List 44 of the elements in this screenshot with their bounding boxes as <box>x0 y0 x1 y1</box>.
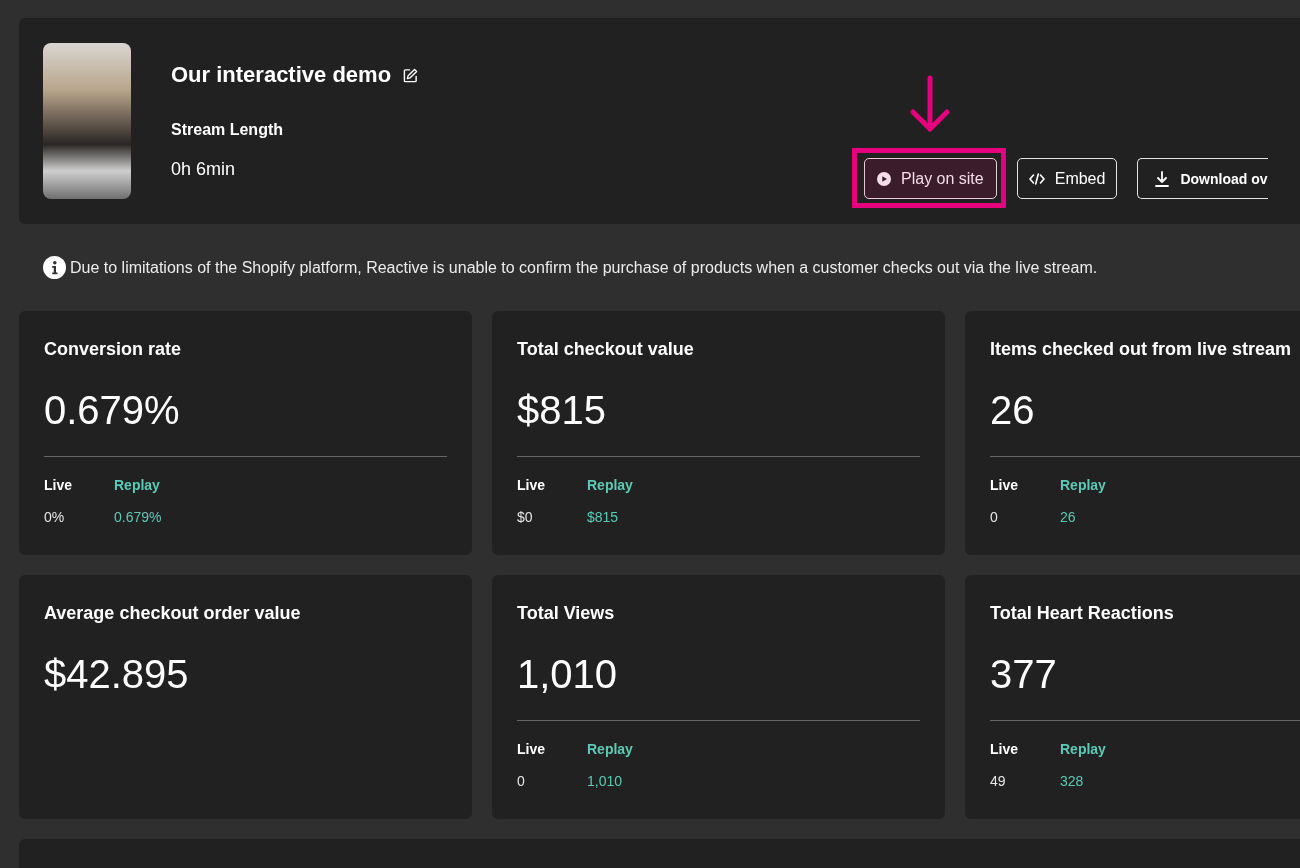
metric-value: $815 <box>517 387 607 434</box>
breakdown-value: 1,010 <box>587 772 624 790</box>
metric-title: Total checkout value <box>517 338 695 361</box>
metric-title: Items checked out from live stream <box>990 338 1293 361</box>
breakdown-value: $815 <box>587 508 620 526</box>
breakdown-value: 49 <box>990 772 1007 790</box>
stream-length-label: Stream Length <box>171 120 284 140</box>
info-icon <box>43 256 66 279</box>
breakdown-value: 0 <box>517 772 526 790</box>
breakdown-value: 328 <box>1060 772 1085 790</box>
breakdown-label: Replay <box>587 740 634 758</box>
play-icon <box>877 171 891 186</box>
notice-text: Due to limitations of the Shopify platform, Reactive is unable to confirm the purchase of products when a customer checks out via the live stream. <box>70 258 1098 277</box>
metric-value: 377 <box>990 651 1058 698</box>
breakdown-label: Live <box>990 476 1019 494</box>
breakdown-value: 26 <box>1060 508 1077 526</box>
metric-title: Total Heart Reactions <box>990 602 1175 625</box>
code-icon <box>1028 172 1045 185</box>
breakdown-label: Live <box>44 476 73 494</box>
edit-icon[interactable] <box>403 67 419 83</box>
breakdown-label: Replay <box>114 476 161 494</box>
download-icon <box>1155 170 1170 187</box>
stream-title: Our interactive demo <box>171 62 392 88</box>
breakdown-label: Live <box>990 740 1019 758</box>
breakdown-value: $0 <box>517 508 534 526</box>
breakdown-value: 0.679% <box>114 508 163 526</box>
metric-value: 0.679% <box>44 387 181 434</box>
metric-title: Conversion rate <box>44 338 183 361</box>
breakdown-label: Replay <box>587 476 634 494</box>
breakdown-label: Replay <box>1060 476 1107 494</box>
metric-value: $42.895 <box>44 651 190 698</box>
stream-length-value: 0h 6min <box>171 158 237 181</box>
breakdown-label: Live <box>517 740 546 758</box>
play-on-site-button[interactable]: Play on site <box>864 158 997 199</box>
breakdown-value: 0 <box>990 508 999 526</box>
breakdown-value: 0% <box>44 508 66 526</box>
embed-button[interactable]: Embed <box>1016 158 1118 199</box>
metric-title: Total Views <box>517 602 616 625</box>
breakdown-label: Live <box>517 476 546 494</box>
breakdown-label: Replay <box>1060 740 1107 758</box>
metric-title: Average checkout order value <box>44 602 302 625</box>
metric-value: 1,010 <box>517 651 619 698</box>
download-button[interactable]: Download ov <box>1137 158 1268 199</box>
metric-value: 26 <box>990 387 1036 434</box>
